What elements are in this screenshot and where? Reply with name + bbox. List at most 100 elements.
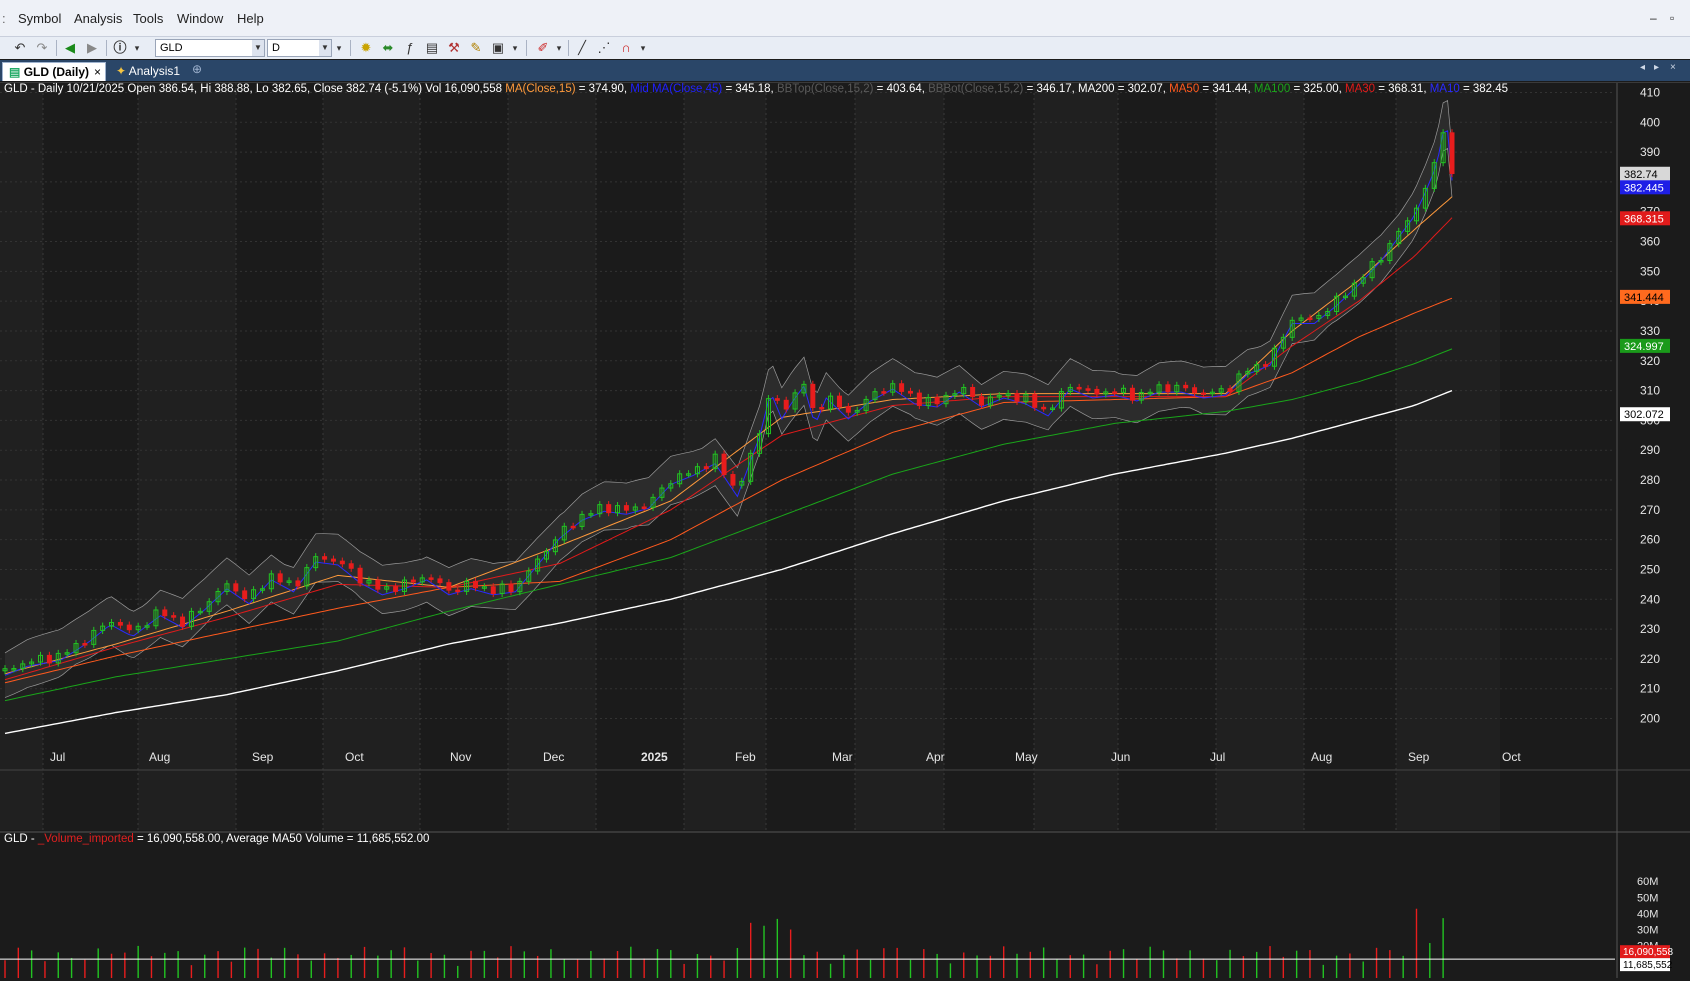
candle-body xyxy=(490,586,496,595)
document-tab-bar: ▤ GLD (Daily) × ✦ Analysis1 ⊕ ◂ ▸ × xyxy=(0,60,1690,81)
candle-body xyxy=(836,395,842,408)
candle-body xyxy=(171,615,177,618)
candle-body xyxy=(348,563,354,569)
forward-icon[interactable]: ▶ xyxy=(84,39,100,57)
dotted-line-icon[interactable]: ⋰ xyxy=(596,39,612,57)
price-tick-label: 310 xyxy=(1640,384,1660,398)
candle-body xyxy=(446,582,452,591)
volume-tick-label: 50M xyxy=(1637,892,1658,904)
month-band xyxy=(1216,83,1304,830)
candle-body xyxy=(783,399,789,410)
ma50-label: MA50 xyxy=(1169,83,1200,95)
menu-help[interactable]: Help xyxy=(237,11,264,26)
tab-analysis1-label: Analysis1 xyxy=(128,64,181,78)
hammer-icon[interactable]: ⚒ xyxy=(446,39,462,57)
monitor-icon[interactable]: ▣ xyxy=(490,39,506,57)
trendline-icon[interactable]: ╱ xyxy=(574,39,590,57)
volume-info-line: GLD - _Volume_imported = 16,090,558.00, … xyxy=(4,833,429,845)
chevron-down-icon[interactable]: ▾ xyxy=(554,39,564,57)
indicator-icon[interactable]: ƒ xyxy=(402,39,418,57)
candle-body xyxy=(117,622,123,626)
wand-icon[interactable]: ✎ xyxy=(468,39,484,57)
restore-icon[interactable]: ▫ xyxy=(1670,11,1674,25)
candle-body xyxy=(242,590,248,600)
chevron-down-icon[interactable]: ▾ xyxy=(334,39,344,57)
interval-combobox[interactable]: D ▼ xyxy=(267,39,332,57)
volume-prefix: GLD - xyxy=(4,833,38,845)
price-tick-label: 270 xyxy=(1640,503,1660,517)
date-axis-label: Jun xyxy=(1111,750,1130,764)
candle-body xyxy=(970,386,976,398)
date-axis-label: May xyxy=(1015,750,1038,764)
chevron-down-icon[interactable]: ▾ xyxy=(132,39,142,57)
chevron-down-icon[interactable]: ▼ xyxy=(319,40,331,56)
sun-icon[interactable]: ✹ xyxy=(358,39,374,57)
midma-label: Mid MA(Close,45) xyxy=(630,83,723,95)
candle-body xyxy=(472,580,478,589)
price-tag-label: 324.997 xyxy=(1624,341,1664,353)
candle-body xyxy=(606,504,612,514)
pen-color-icon[interactable]: ✐ xyxy=(534,39,552,57)
candle-body xyxy=(455,589,461,593)
bbbot-label: BBBot(Close,15,2) xyxy=(928,83,1024,95)
month-band xyxy=(508,83,596,830)
redo-icon[interactable]: ↷ xyxy=(34,39,50,57)
volume-tag-label: 16,090,558 xyxy=(1623,947,1673,958)
chevron-down-icon[interactable]: ▾ xyxy=(510,39,520,57)
date-axis-label: Oct xyxy=(345,750,364,764)
candle-body xyxy=(641,506,647,509)
back-icon[interactable]: ◀ xyxy=(62,39,78,57)
candle-body xyxy=(1085,388,1091,391)
candle-body xyxy=(1263,364,1269,367)
candle-body xyxy=(330,558,336,562)
undo-icon[interactable]: ↶ xyxy=(12,39,28,57)
price-tick-label: 350 xyxy=(1640,264,1660,278)
template-icon[interactable]: ▤ xyxy=(424,39,440,57)
chart-icon: ▤ xyxy=(9,65,21,79)
chevron-down-icon[interactable]: ▾ xyxy=(638,39,648,57)
candle-body xyxy=(934,397,940,405)
close-icon[interactable]: × xyxy=(1670,62,1676,73)
date-axis-label: Sep xyxy=(1408,750,1430,764)
symbol-combobox[interactable]: GLD ▼ xyxy=(155,39,265,57)
candle-body xyxy=(819,406,825,410)
scroll-right-icon[interactable]: ▸ xyxy=(1654,62,1659,73)
info-icon[interactable]: ⓘ xyxy=(112,39,128,57)
chevron-down-icon[interactable]: ▼ xyxy=(252,40,264,56)
tab-gld-daily[interactable]: ▤ GLD (Daily) × xyxy=(2,62,106,81)
candle-body xyxy=(845,406,851,413)
ma30-value: = 368.31, xyxy=(1375,83,1430,95)
toolbar: ↶ ↷ ◀ ▶ ⓘ ▾ GLD ▼ D ▼ ▾ ✹ ⬌ ƒ ▤ ⚒ ✎ ▣ ▾ … xyxy=(0,37,1690,59)
candle-body xyxy=(508,583,514,593)
month-band xyxy=(855,83,944,830)
price-tick-label: 200 xyxy=(1640,712,1660,726)
candle-body xyxy=(1041,406,1047,410)
candle-body xyxy=(1094,388,1100,395)
month-band xyxy=(138,83,236,830)
menu-symbol[interactable]: Symbol xyxy=(18,11,61,26)
scroll-left-icon[interactable]: ◂ xyxy=(1640,62,1645,73)
minimize-icon[interactable]: – xyxy=(1650,11,1657,25)
bbtop-label: BBTop(Close,15,2) xyxy=(776,83,874,95)
candle-body xyxy=(881,391,887,394)
arrows-icon[interactable]: ⬌ xyxy=(380,39,396,57)
price-tag-label: 341.444 xyxy=(1624,292,1664,304)
magnet-icon[interactable]: ∩ xyxy=(618,39,634,57)
candle-body xyxy=(703,466,709,470)
month-band xyxy=(0,83,43,830)
date-axis-label: Dec xyxy=(543,750,564,764)
toolbar-separator xyxy=(350,40,351,56)
candle-body xyxy=(810,383,816,408)
interval-value: D xyxy=(272,42,280,54)
tab-analysis1[interactable]: ✦ Analysis1 xyxy=(110,62,190,81)
candle-body xyxy=(1112,391,1118,394)
close-icon[interactable]: × xyxy=(94,63,101,82)
date-axis-label: Feb xyxy=(735,750,756,764)
month-band xyxy=(1034,83,1118,830)
candle-body xyxy=(393,586,399,592)
menu-tools[interactable]: Tools xyxy=(133,11,163,26)
new-tab-icon[interactable]: ⊕ xyxy=(192,62,202,76)
candle-body xyxy=(1032,393,1038,408)
menu-window[interactable]: Window xyxy=(177,11,223,26)
menu-analysis[interactable]: Analysis xyxy=(74,11,122,26)
